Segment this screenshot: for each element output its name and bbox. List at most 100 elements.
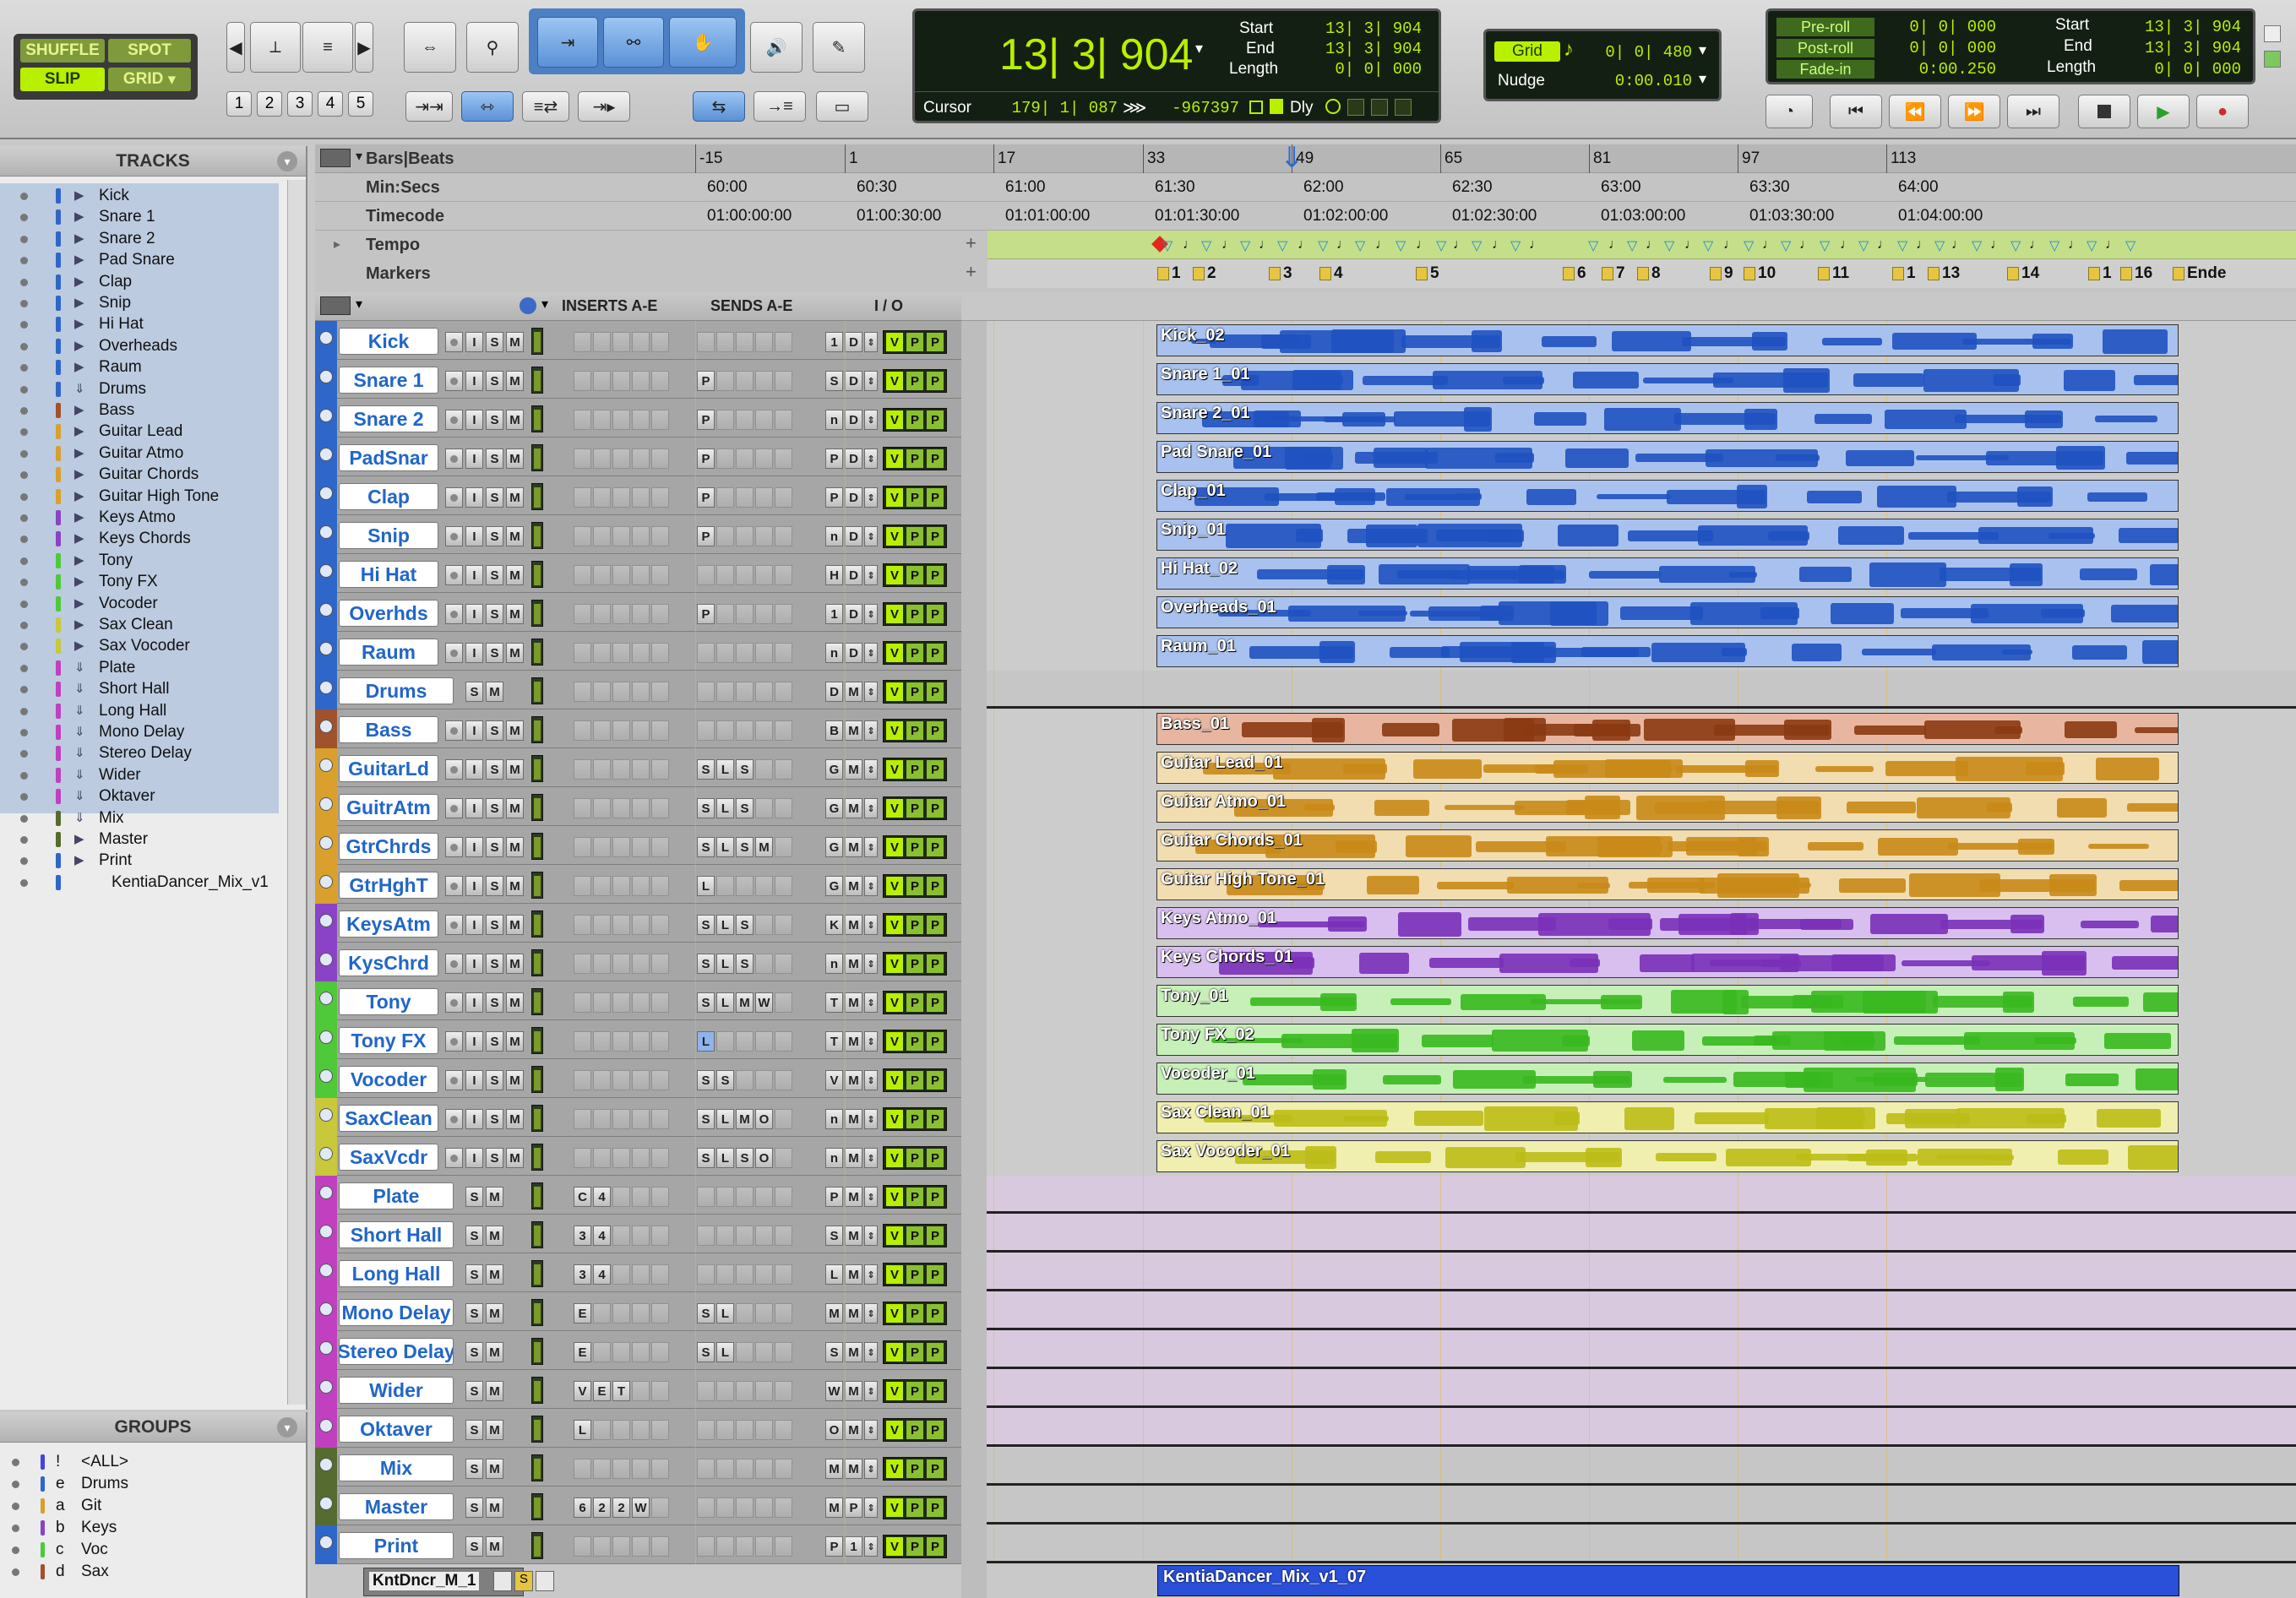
insert-slot[interactable] xyxy=(632,526,650,546)
input-selector[interactable]: n xyxy=(825,526,843,546)
mute-button[interactable]: M xyxy=(486,1226,503,1246)
input-selector[interactable]: S xyxy=(825,1342,843,1362)
send-slot[interactable] xyxy=(736,410,754,430)
insert-slot[interactable]: 4 xyxy=(593,1187,611,1207)
track-row[interactable]: KeysAtm I S M S L S K M ⇕ V P P Keys Atmo_01 xyxy=(315,904,2296,943)
track-name[interactable]: KeysAtm xyxy=(339,910,438,938)
output-selector[interactable]: M xyxy=(845,954,862,974)
output-selector[interactable]: M xyxy=(845,915,862,935)
io-menu-icon[interactable]: ⇕ xyxy=(864,371,878,391)
tempo-event-icon[interactable]: ♩ xyxy=(1453,237,1466,253)
play-icon[interactable]: ▶ xyxy=(2137,95,2190,128)
input-selector[interactable]: M xyxy=(825,1303,843,1324)
track-list-item[interactable]: ⇓ Plate xyxy=(0,659,287,677)
send-slot[interactable]: S xyxy=(697,1342,715,1362)
send-slot[interactable] xyxy=(697,1264,715,1285)
mute-button[interactable]: M xyxy=(486,1381,503,1401)
input-monitor-button[interactable]: I xyxy=(465,837,483,857)
page-icon[interactable] xyxy=(1270,99,1283,114)
send-slot[interactable] xyxy=(775,1031,792,1052)
mute-button[interactable]: M xyxy=(506,992,524,1013)
track-lane[interactable]: Sax Vocoder_01 xyxy=(695,1137,2296,1176)
insert-slot[interactable] xyxy=(593,798,611,818)
track-name[interactable]: SaxVcdr xyxy=(339,1144,438,1171)
send-slot[interactable] xyxy=(755,565,773,585)
insert-slot[interactable]: C xyxy=(574,1187,591,1207)
send-slot[interactable] xyxy=(716,565,734,585)
send-slot[interactable] xyxy=(755,876,773,896)
track-row[interactable]: Raum I S Mn D ⇕ V P P Raum_01 xyxy=(315,632,2296,671)
record-enable-button[interactable] xyxy=(445,915,463,935)
send-slot[interactable] xyxy=(755,448,773,469)
send-slot[interactable]: L xyxy=(716,1342,734,1362)
voice-indicator[interactable]: P xyxy=(927,1421,944,1439)
go-to-end-icon[interactable]: ⏭ xyxy=(2007,95,2059,128)
io-menu-icon[interactable]: ⇕ xyxy=(864,1109,878,1129)
insert-slot[interactable]: E xyxy=(574,1342,591,1362)
track-list-item[interactable]: ▶ Keys Atmo xyxy=(0,508,287,527)
voice-indicator[interactable]: V xyxy=(886,372,903,390)
insert-slot[interactable]: 6 xyxy=(574,1497,591,1518)
send-slot[interactable] xyxy=(775,1226,792,1246)
insert-slot[interactable] xyxy=(651,604,669,624)
io-menu-icon[interactable]: ⇕ xyxy=(864,720,878,741)
audio-clip[interactable]: Overheads_01 xyxy=(1156,596,2179,628)
record-enable-button[interactable] xyxy=(445,371,463,391)
send-slot[interactable] xyxy=(755,1303,773,1324)
zoomer-tool-icon[interactable]: ⇔ xyxy=(404,22,456,73)
gear-icon[interactable] xyxy=(1347,99,1364,116)
send-slot[interactable] xyxy=(755,798,773,818)
voice-indicator[interactable]: P xyxy=(927,1071,944,1090)
commands-focus-icon[interactable]: ▭ xyxy=(816,91,868,122)
insert-slot[interactable] xyxy=(593,759,611,780)
io-menu-icon[interactable]: ⇕ xyxy=(864,1420,878,1440)
groups-panel-menu-icon[interactable]: ▾ xyxy=(277,1417,297,1438)
marker[interactable]: 13 xyxy=(1928,263,1960,285)
output-selector[interactable]: M xyxy=(845,1187,862,1207)
track-options-icon[interactable] xyxy=(319,758,333,772)
mute-button[interactable]: M xyxy=(506,1148,524,1168)
voice-indicator[interactable]: V xyxy=(886,1149,903,1167)
show-hide-dot-icon[interactable] xyxy=(20,750,28,758)
insert-slot[interactable] xyxy=(632,371,650,391)
send-slot[interactable]: S xyxy=(716,1070,734,1090)
send-slot[interactable] xyxy=(755,915,773,935)
playlist-menu-icon[interactable] xyxy=(493,1571,512,1591)
voice-indicator[interactable]: P xyxy=(906,799,923,818)
zoom-preset-button[interactable]: 1 xyxy=(226,91,252,117)
insert-slot[interactable] xyxy=(574,682,591,702)
solo-button[interactable]: S xyxy=(486,915,503,935)
send-slot[interactable] xyxy=(775,604,792,624)
insert-slot[interactable]: 2 xyxy=(593,1497,611,1518)
tempo-event-icon[interactable]: ▽ xyxy=(1897,237,1907,254)
track-name[interactable]: Drums xyxy=(339,677,454,704)
track-list-item[interactable]: ▶ Sax Clean xyxy=(0,616,287,634)
send-slot[interactable] xyxy=(736,1459,754,1479)
voice-indicator[interactable]: P xyxy=(906,1459,923,1478)
marker[interactable]: 4 xyxy=(1319,263,1343,285)
mute-button[interactable]: M xyxy=(486,1264,503,1285)
mute-button[interactable]: M xyxy=(506,876,524,896)
m-icon[interactable] xyxy=(1395,99,1412,116)
send-slot[interactable]: M xyxy=(755,837,773,857)
track-row[interactable]: SaxVcdr I S M S L S On M ⇕ V P P Sax Vocoder_01 xyxy=(315,1137,2296,1176)
show-hide-dot-icon[interactable] xyxy=(20,857,28,866)
solo-button[interactable]: S xyxy=(486,798,503,818)
marker[interactable]: 5 xyxy=(1416,263,1439,285)
input-monitor-button[interactable]: I xyxy=(465,371,483,391)
record-icon[interactable]: ● xyxy=(2196,95,2249,128)
output-selector[interactable]: M xyxy=(845,876,862,896)
send-slot[interactable] xyxy=(716,720,734,741)
send-slot[interactable] xyxy=(716,1420,734,1440)
voice-indicator[interactable]: P xyxy=(927,916,944,934)
nudge-menu-icon[interactable]: ▾ xyxy=(1699,70,1706,88)
tempo-event-icon[interactable]: ♩ xyxy=(1416,237,1429,253)
output-selector[interactable]: M xyxy=(845,1070,862,1090)
output-selector[interactable]: D xyxy=(845,526,862,546)
solo-button[interactable]: S xyxy=(465,1497,483,1518)
track-options-icon[interactable] xyxy=(319,331,333,345)
voice-indicator[interactable]: V xyxy=(886,488,903,507)
track-list-item[interactable]: ⇓ Long Hall xyxy=(0,702,287,720)
insert-slot[interactable] xyxy=(593,1420,611,1440)
zoom-preset-button[interactable]: 5 xyxy=(348,91,373,117)
